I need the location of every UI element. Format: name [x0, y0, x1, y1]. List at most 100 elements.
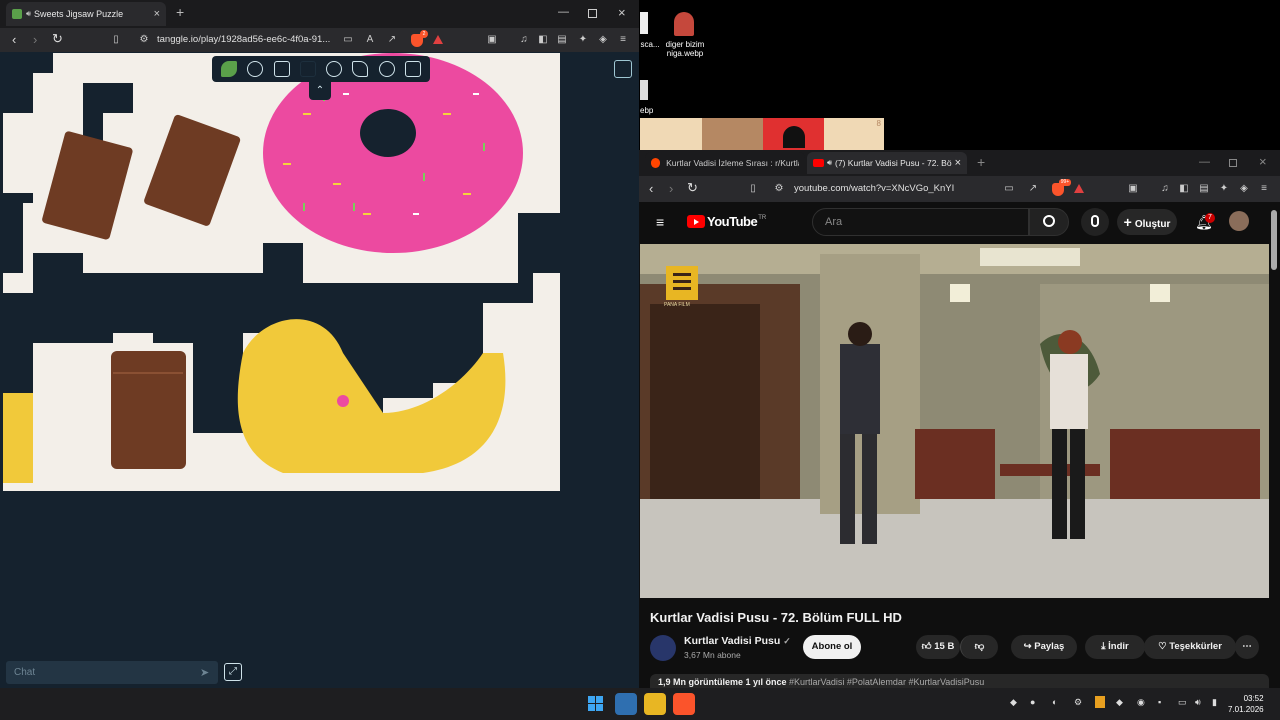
search-button[interactable] [1029, 208, 1069, 236]
share-button[interactable]: ↪ Paylaş [1011, 635, 1077, 659]
tab-reddit[interactable]: Kurtlar Vadisi İzleme Sırası : r/Kurtlar… [645, 152, 805, 174]
video-player[interactable]: PANA FILM [640, 244, 1269, 598]
url-field[interactable]: tanggle.io/play/1928ad56-ee6c-4f0a-91... [157, 31, 357, 49]
tray-icon-4[interactable]: ⚙ [1074, 697, 1082, 708]
search-input[interactable]: Ara [812, 208, 1029, 236]
more-actions-button[interactable]: ⋯ [1235, 635, 1259, 659]
tray-icon-2[interactable]: ● [1030, 697, 1035, 707]
tab-search-icon[interactable]: ▣ [1127, 183, 1139, 195]
close-window-button[interactable]: × [618, 5, 626, 20]
back-button[interactable]: ‹ [649, 181, 653, 196]
reload-button[interactable]: ↻ [52, 31, 63, 47]
leo-ai-icon[interactable]: ✦ [577, 34, 589, 46]
bookmark-icon[interactable]: ▯ [110, 34, 122, 46]
tab-search-icon[interactable]: ▣ [486, 34, 498, 46]
image-preview-icon[interactable] [273, 61, 290, 77]
taskbar-clock[interactable]: 03:52 7.01.2026 [1228, 693, 1264, 715]
desktop-file-icon[interactable] [640, 12, 648, 34]
site-settings-icon[interactable]: ⚙ [138, 34, 150, 46]
expand-icon[interactable]: ⤢ [224, 663, 242, 681]
send-icon[interactable]: ➤ [200, 666, 212, 679]
cast-icon[interactable]: ▭ [1003, 183, 1015, 195]
media-icon[interactable]: ♫ [1159, 183, 1171, 195]
puzzle-board[interactable] [3, 53, 560, 491]
like-button[interactable]: 👍︎ 15 B [916, 635, 960, 659]
close-window-button[interactable]: × [1259, 154, 1267, 169]
desktop-file-icon[interactable] [640, 80, 648, 100]
hamburger-menu-icon[interactable]: ≡ [656, 214, 664, 230]
chess-board[interactable]: 8 [640, 118, 884, 150]
dislike-button[interactable]: 👎︎ [960, 635, 998, 659]
brave-browser-icon[interactable] [673, 693, 695, 715]
collapse-toolbar-chevron-icon[interactable]: ⌃ [309, 82, 331, 100]
tab-sweets-jigsaw[interactable]: 🔊︎ Sweets Jigsaw Puzzle × [6, 2, 166, 26]
wallet-icon[interactable]: ▤ [1198, 183, 1210, 195]
menu-icon[interactable]: ≡ [617, 34, 629, 46]
close-tab-icon[interactable]: × [955, 157, 961, 169]
channel-avatar[interactable] [650, 635, 676, 661]
background-color-icon[interactable] [299, 61, 316, 77]
menu-icon[interactable]: ≡ [1258, 183, 1270, 195]
minimize-button[interactable]: — [1199, 156, 1210, 168]
network-icon[interactable]: ▭ [1178, 697, 1187, 708]
players-icon[interactable] [326, 61, 343, 77]
share-icon[interactable]: ↗ [386, 34, 398, 46]
create-button[interactable]: + Oluştur [1117, 209, 1177, 235]
site-settings-icon[interactable]: ⚙ [773, 183, 785, 195]
subscribe-button[interactable]: Abone ol [803, 635, 861, 659]
tab-youtube[interactable]: 🔊︎ (7) Kurtlar Vadisi Pusu - 72. Bö... × [807, 152, 967, 174]
forward-button[interactable]: › [669, 181, 673, 196]
back-button[interactable]: ‹ [12, 32, 16, 47]
start-button[interactable] [585, 693, 607, 715]
tray-icon-7[interactable]: ◉ [1137, 697, 1145, 708]
bookmark-icon[interactable]: ▯ [747, 183, 759, 195]
translate-icon[interactable]: A [364, 34, 376, 46]
new-tab-button[interactable]: + [176, 4, 184, 20]
wallet-icon[interactable]: ▤ [556, 34, 568, 46]
new-tab-button[interactable]: + [977, 154, 985, 170]
file-explorer-icon[interactable] [644, 693, 666, 715]
account-avatar[interactable] [1229, 211, 1249, 231]
tray-icon-3[interactable]: ◐ [1052, 697, 1057, 707]
brave-rewards-icon[interactable] [433, 35, 443, 44]
maximize-button[interactable] [1229, 159, 1237, 167]
settings-gear-icon[interactable] [378, 61, 395, 77]
tray-icon-6[interactable]: ◆ [1116, 697, 1123, 708]
photos-app-icon[interactable] [615, 693, 637, 715]
vpn-icon[interactable]: ◈ [1238, 183, 1250, 195]
desktop-image-icon[interactable] [674, 12, 694, 36]
brave-rewards-icon[interactable] [1074, 184, 1084, 193]
media-icon[interactable]: ♫ [518, 34, 530, 46]
channel-name[interactable]: Kurtlar Vadisi Pusu ✓ [684, 635, 791, 647]
minimize-button[interactable]: — [558, 6, 569, 18]
fullscreen-icon[interactable] [404, 61, 421, 77]
voice-search-button[interactable] [1081, 208, 1109, 236]
leo-ai-icon[interactable]: ✦ [1218, 183, 1230, 195]
download-button[interactable]: ⤓ İndir [1085, 635, 1145, 659]
close-tab-icon[interactable]: × [154, 8, 160, 20]
tray-icon-8[interactable]: ▪ [1158, 697, 1161, 707]
cast-icon[interactable]: ▭ [342, 34, 354, 46]
description-hashtags[interactable]: #KurtlarVadisi #PolatAlemdar #KurtlarVad… [789, 677, 984, 687]
leaf-icon[interactable] [221, 61, 238, 77]
share-icon[interactable] [352, 61, 369, 77]
chat-input[interactable]: Chat [6, 661, 218, 684]
tray-icon-5[interactable] [1095, 696, 1105, 708]
maximize-button[interactable] [588, 9, 597, 18]
tray-icon-1[interactable]: ◆ [1010, 697, 1017, 708]
share-icon[interactable]: ↗ [1027, 183, 1039, 195]
url-field[interactable]: youtube.com/watch?v=XNcVGo_KnYI [794, 180, 994, 198]
people-icon[interactable] [614, 60, 632, 78]
forward-button[interactable]: › [33, 32, 37, 47]
page-scrollbar[interactable] [1271, 210, 1277, 270]
battery-icon[interactable]: ▮ [1212, 697, 1217, 708]
rotate-icon[interactable] [247, 61, 264, 77]
volume-icon[interactable]: 🔊︎ [1195, 697, 1201, 708]
sidebar-icon[interactable]: ◧ [1178, 183, 1190, 195]
youtube-logo[interactable]: YouTube TR [687, 214, 766, 229]
sidebar-icon[interactable]: ◧ [537, 34, 549, 46]
thanks-button[interactable]: ♡ Teşekkürler [1144, 635, 1236, 659]
reload-button[interactable]: ↻ [687, 180, 698, 196]
vpn-icon[interactable]: ◈ [597, 34, 609, 46]
video-description[interactable]: 1,9 Mn görüntüleme 1 yıl önce #KurtlarVa… [650, 674, 1269, 688]
